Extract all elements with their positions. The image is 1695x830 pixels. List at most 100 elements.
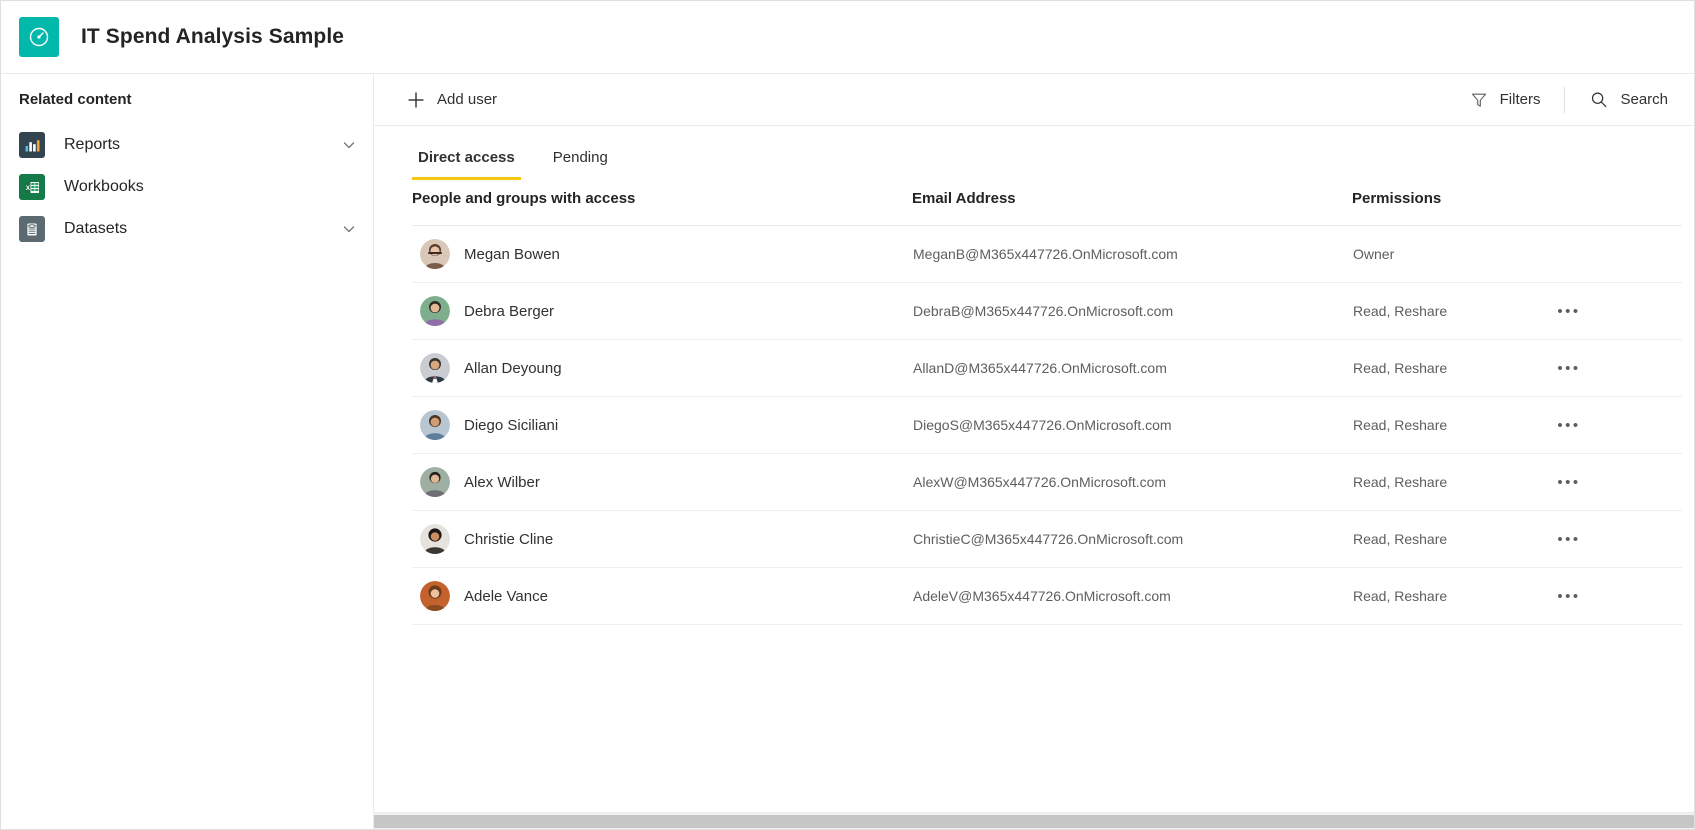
cell-email: DiegoS@M365x447726.OnMicrosoft.com — [912, 396, 1352, 454]
cell-email: AdeleV@M365x447726.OnMicrosoft.com — [912, 567, 1352, 625]
table-body: Megan Bowen MeganB@M365x447726.OnMicroso… — [412, 225, 1682, 625]
cell-person: Alex Wilber — [412, 453, 912, 511]
table-row[interactable]: Megan Bowen MeganB@M365x447726.OnMicroso… — [412, 225, 1682, 283]
cell-menu — [1552, 225, 1682, 283]
row-more-options-button[interactable]: ••• — [1553, 409, 1585, 441]
cell-permissions: Read, Reshare — [1352, 567, 1552, 625]
table-row[interactable]: Allan Deyoung AllanD@M365x447726.OnMicro… — [412, 339, 1682, 397]
cell-person: Megan Bowen — [412, 225, 912, 283]
cell-permissions: Read, Reshare — [1352, 339, 1552, 397]
main-panel: Add user Filters Search Direct access Pe… — [374, 74, 1694, 829]
sidebar-item-label: Workbooks — [64, 178, 144, 195]
search-label: Search — [1620, 91, 1668, 108]
column-header-people: People and groups with access — [412, 180, 912, 226]
person-name: Diego Siciliani — [464, 416, 559, 434]
command-bar-divider — [1564, 86, 1566, 113]
avatar — [420, 581, 450, 611]
cell-permissions: Owner — [1352, 225, 1552, 283]
cell-email: AlexW@M365x447726.OnMicrosoft.com — [912, 453, 1352, 511]
chevron-down-icon[interactable] — [341, 137, 357, 153]
filters-label: Filters — [1499, 91, 1541, 108]
person-name: Allan Deyoung — [464, 359, 562, 377]
sidebar: Related content Reports X Workbooks Data… — [1, 74, 374, 829]
app-window: IT Spend Analysis Sample Related content… — [0, 0, 1695, 830]
cell-permissions: Read, Reshare — [1352, 510, 1552, 568]
cell-menu: ••• — [1552, 282, 1682, 340]
scrollbar-thumb[interactable] — [374, 815, 1694, 828]
avatar — [420, 467, 450, 497]
cell-email: ChristieC@M365x447726.OnMicrosoft.com — [912, 510, 1352, 568]
excel-workbook-icon: X — [19, 174, 45, 200]
app-header: IT Spend Analysis Sample — [1, 1, 1694, 74]
cell-person: Diego Siciliani — [412, 396, 912, 454]
person: Diego Siciliani — [420, 410, 911, 440]
row-more-options-button[interactable]: ••• — [1553, 295, 1585, 327]
tab-direct-access[interactable]: Direct access — [412, 148, 521, 180]
page-title: IT Spend Analysis Sample — [81, 25, 345, 48]
cell-person: Allan Deyoung — [412, 339, 912, 397]
person: Allan Deyoung — [420, 353, 911, 383]
table-row[interactable]: Diego Siciliani DiegoS@M365x447726.OnMic… — [412, 396, 1682, 454]
bar-chart-icon — [19, 132, 45, 158]
cell-permissions: Read, Reshare — [1352, 453, 1552, 511]
table-row[interactable]: Alex Wilber AlexW@M365x447726.OnMicrosof… — [412, 453, 1682, 511]
table-row[interactable]: Christie Cline ChristieC@M365x447726.OnM… — [412, 510, 1682, 568]
person-name: Christie Cline — [464, 530, 554, 548]
cell-menu: ••• — [1552, 510, 1682, 568]
sidebar-item-workbooks[interactable]: X Workbooks — [1, 166, 373, 208]
person: Christie Cline — [420, 524, 911, 554]
cell-menu: ••• — [1552, 396, 1682, 454]
cell-email: AllanD@M365x447726.OnMicrosoft.com — [912, 339, 1352, 397]
app-body: Related content Reports X Workbooks Data… — [1, 74, 1694, 829]
row-more-options-button[interactable]: ••• — [1553, 523, 1585, 555]
row-more-options-button[interactable]: ••• — [1553, 580, 1585, 612]
chevron-down-icon[interactable] — [341, 221, 357, 237]
funnel-icon — [1469, 90, 1489, 110]
sidebar-item-reports[interactable]: Reports — [1, 124, 373, 166]
person: Alex Wilber — [420, 467, 911, 497]
search-icon — [1589, 90, 1609, 110]
person-name: Adele Vance — [464, 587, 548, 605]
cell-menu: ••• — [1552, 567, 1682, 625]
avatar — [420, 239, 450, 269]
column-header-email: Email Address — [912, 180, 1352, 226]
row-more-options-button[interactable]: ••• — [1553, 352, 1585, 384]
table-header: People and groups with access Email Addr… — [412, 180, 1682, 226]
column-header-menu — [1552, 180, 1682, 226]
person-name: Megan Bowen — [464, 245, 560, 263]
table-row[interactable]: Debra Berger DebraB@M365x447726.OnMicros… — [412, 282, 1682, 340]
person: Debra Berger — [420, 296, 911, 326]
avatar — [420, 524, 450, 554]
cell-person: Debra Berger — [412, 282, 912, 340]
filters-button[interactable]: Filters — [1459, 82, 1551, 118]
cell-email: MeganB@M365x447726.OnMicrosoft.com — [912, 225, 1352, 283]
cell-permissions: Read, Reshare — [1352, 282, 1552, 340]
add-user-button[interactable]: Add user — [396, 82, 507, 118]
plus-icon — [406, 90, 426, 110]
cell-email: DebraB@M365x447726.OnMicrosoft.com — [912, 282, 1352, 340]
cell-person: Adele Vance — [412, 567, 912, 625]
person-name: Debra Berger — [464, 302, 555, 320]
cell-permissions: Read, Reshare — [1352, 396, 1552, 454]
cell-menu: ••• — [1552, 453, 1682, 511]
dashboard-gauge-icon — [19, 17, 59, 57]
sidebar-item-datasets[interactable]: Datasets — [1, 208, 373, 250]
table-row[interactable]: Adele Vance AdeleV@M365x447726.OnMicroso… — [412, 567, 1682, 625]
person-name: Alex Wilber — [464, 473, 540, 491]
horizontal-scrollbar[interactable] — [374, 812, 1694, 829]
add-user-label: Add user — [437, 91, 498, 108]
database-icon — [19, 216, 45, 242]
avatar — [420, 296, 450, 326]
tab-pending[interactable]: Pending — [547, 148, 614, 180]
search-button[interactable]: Search — [1579, 82, 1678, 118]
tab-list: Direct access Pending — [374, 126, 1694, 180]
table-header-row: People and groups with access Email Addr… — [412, 180, 1682, 226]
svg-text:X: X — [26, 184, 31, 191]
access-table: People and groups with access Email Addr… — [412, 180, 1682, 625]
cell-menu: ••• — [1552, 339, 1682, 397]
cell-person: Christie Cline — [412, 510, 912, 568]
sidebar-item-label: Reports — [64, 136, 121, 153]
command-bar: Add user Filters Search — [374, 74, 1694, 126]
person: Adele Vance — [420, 581, 911, 611]
row-more-options-button[interactable]: ••• — [1553, 466, 1585, 498]
